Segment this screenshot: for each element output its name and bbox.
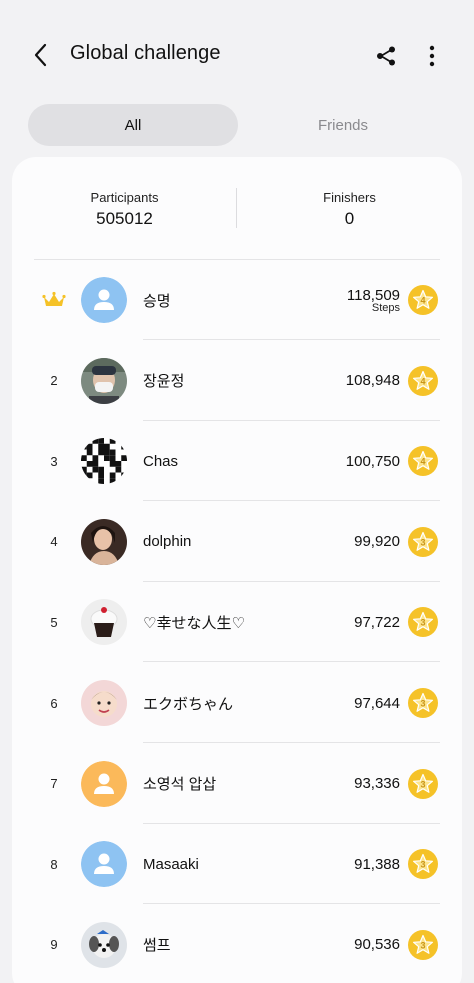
participants-value: 505012 xyxy=(96,209,153,228)
step-count-value: 90,536 xyxy=(354,936,400,954)
level-star-badge-icon: 3 xyxy=(408,849,438,880)
tab-bar: All Friends xyxy=(28,104,448,146)
step-unit-label: Steps xyxy=(371,301,400,314)
level-star-badge-icon: 4 xyxy=(408,446,438,477)
crown-icon xyxy=(40,260,68,340)
participants-stat: Participants 505012 xyxy=(12,190,237,229)
svg-text:4: 4 xyxy=(420,376,425,386)
participants-label: Participants xyxy=(90,190,159,205)
step-count-value: 91,388 xyxy=(354,855,400,873)
step-count-value: 99,920 xyxy=(354,533,400,551)
rank-number: 9 xyxy=(50,937,58,953)
svg-text:3: 3 xyxy=(420,618,425,628)
svg-text:3: 3 xyxy=(420,779,425,789)
finishers-label: Finishers xyxy=(323,190,376,205)
step-count: 100,750 xyxy=(346,421,400,501)
avatar[interactable] xyxy=(81,921,127,968)
avatar[interactable] xyxy=(81,680,127,726)
challenge-stats: Participants 505012 Finishers 0 xyxy=(12,157,462,260)
rank-number: 5 xyxy=(50,614,58,630)
app-header: Global challenge xyxy=(0,0,474,110)
level-star-badge-icon: 3 xyxy=(408,929,438,960)
share-icon xyxy=(377,46,395,66)
leaderboard-row[interactable]: 6 エクボちゃん 97,644 3 xyxy=(12,663,462,743)
step-count-value: 97,722 xyxy=(354,613,400,631)
participant-name: dolphin xyxy=(143,533,192,551)
leaderboard-row[interactable]: 3 Chas 100,750 4 xyxy=(12,421,462,502)
step-count: 99,920 xyxy=(354,502,400,582)
level-star-badge-icon: 3 xyxy=(408,607,438,638)
leaderboard-row[interactable]: 7 소영석 압삽 93,336 3 xyxy=(12,744,462,824)
svg-text:3: 3 xyxy=(420,699,425,709)
step-count-value: 108,948 xyxy=(345,372,400,390)
participant-name: Chas xyxy=(143,452,179,470)
step-count: 93,336 xyxy=(354,744,400,824)
step-count-value: 100,750 xyxy=(345,452,400,470)
page-title: Global challenge xyxy=(70,42,221,64)
avatar[interactable] xyxy=(81,841,127,888)
level-star-badge-icon: 3 xyxy=(408,768,438,799)
participant-name: ♡幸せな人生♡ xyxy=(143,614,245,632)
level-star-badge-icon: 4 xyxy=(408,285,438,315)
back-arrow-icon xyxy=(34,43,47,67)
leaderboard-row[interactable]: 승명 118,509 Steps 4 xyxy=(12,260,462,340)
level-star-badge-icon: 4 xyxy=(408,365,438,396)
svg-text:3: 3 xyxy=(420,860,425,870)
avatar[interactable] xyxy=(81,438,127,485)
step-count: 91,388 xyxy=(354,824,400,904)
leaderboard-row[interactable]: 8 Masaaki 91,388 3 xyxy=(12,824,462,905)
step-count: 90,536 xyxy=(354,905,400,983)
avatar[interactable] xyxy=(81,760,127,807)
more-vertical-icon xyxy=(429,45,435,67)
participant-name: Masaaki xyxy=(143,855,199,873)
participant-name: 소영석 압삽 xyxy=(143,776,217,794)
leaderboard-row[interactable]: 4 dolphin 99,920 3 xyxy=(12,502,462,582)
participant-name: 장윤정 xyxy=(143,373,185,391)
back-button[interactable] xyxy=(24,38,58,72)
participant-name: 승명 xyxy=(143,292,171,310)
avatar[interactable] xyxy=(81,599,127,646)
svg-text:4: 4 xyxy=(420,296,425,306)
rank-number: 2 xyxy=(50,373,58,389)
rank-number: 3 xyxy=(50,453,58,469)
participant-name: エクボちゃん xyxy=(143,695,234,713)
step-count: 97,722 xyxy=(354,582,400,662)
rank-number: 8 xyxy=(50,856,58,872)
step-count: 108,948 xyxy=(346,341,400,421)
step-count: 97,644 xyxy=(354,663,400,743)
step-count: 118,509 Steps xyxy=(347,260,400,340)
more-options-button[interactable] xyxy=(418,40,446,72)
svg-text:3: 3 xyxy=(420,537,425,547)
rank-number: 7 xyxy=(50,776,58,792)
level-star-badge-icon: 3 xyxy=(408,526,438,557)
leaderboard-row[interactable]: 5 ♡幸せな人生♡ 97,722 3 xyxy=(12,582,462,663)
finishers-stat: Finishers 0 xyxy=(237,190,462,229)
step-count-value: 93,336 xyxy=(354,775,400,793)
step-count-value: 97,644 xyxy=(354,694,400,712)
leaderboard-card: Participants 505012 Finishers 0 승명 118,50… xyxy=(12,157,462,983)
avatar[interactable] xyxy=(81,277,127,323)
tab-friends[interactable]: Friends xyxy=(238,104,448,146)
avatar[interactable] xyxy=(81,518,127,565)
avatar[interactable] xyxy=(81,357,127,404)
svg-text:3: 3 xyxy=(420,940,425,950)
leaderboard-row[interactable]: 2 장윤정 108,948 4 xyxy=(12,341,462,421)
rank-number: 6 xyxy=(50,695,58,711)
level-star-badge-icon: 3 xyxy=(408,688,438,718)
participant-name: 썸프 xyxy=(143,937,171,955)
tab-all[interactable]: All xyxy=(28,104,238,146)
svg-text:4: 4 xyxy=(420,457,425,467)
share-button[interactable] xyxy=(370,40,402,72)
leaderboard-row[interactable]: 9 썸프 90,536 3 xyxy=(12,905,462,983)
rank-number: 4 xyxy=(50,534,58,550)
finishers-value: 0 xyxy=(344,209,355,228)
